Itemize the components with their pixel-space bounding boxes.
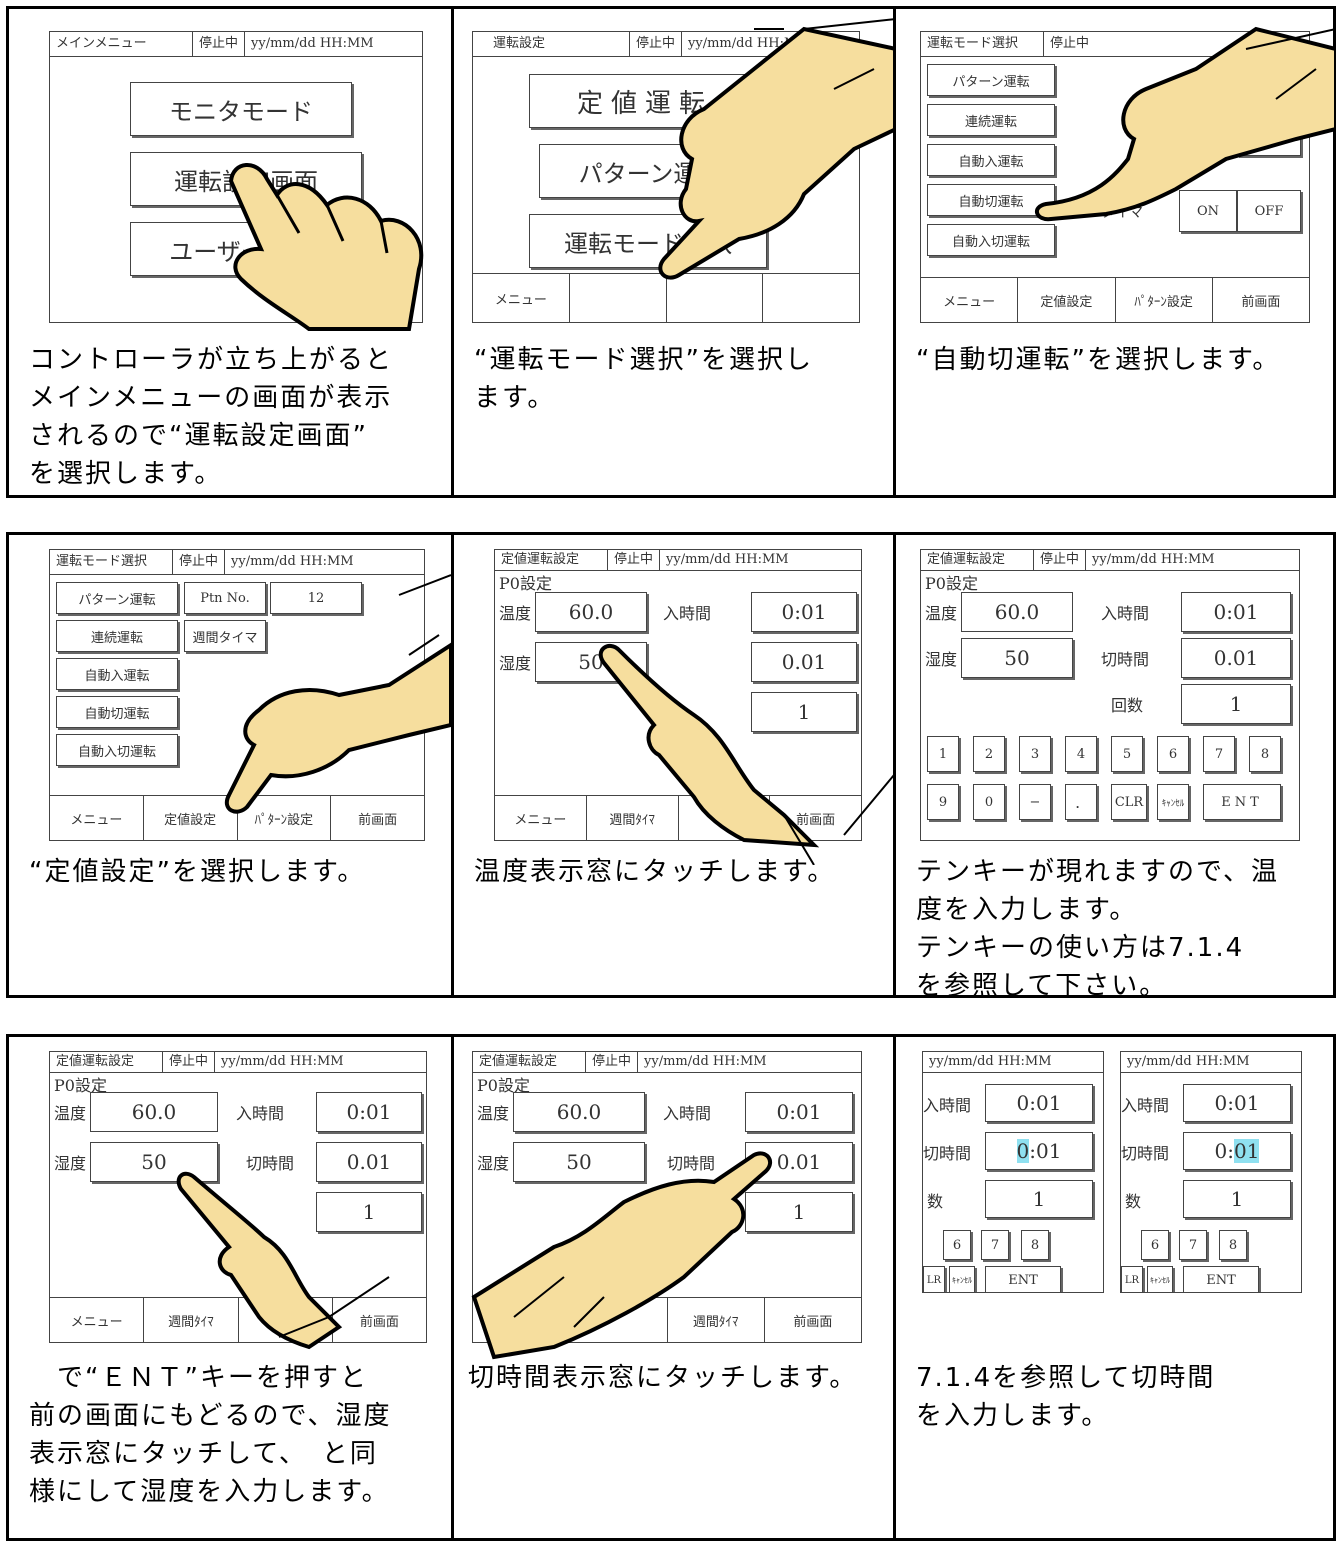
step-caption-3: “自動切運転”を選択します。 [916,345,1281,375]
key-6[interactable]: 6 [1141,1230,1169,1260]
step-row-1: メインメニュー 停止中 yy/mm/dd HH:MM モニタモード 運転設定画面… [6,6,1336,498]
step-panel-6: 定値運転設定 停止中 yy/mm/dd HH:MM P0設定 温度 60.0 入… [893,535,1333,1001]
off-time-prefix: 0: [1214,1139,1234,1163]
key-enter[interactable]: ENT [1203,784,1281,820]
cursor-digit: 01 [1234,1139,1260,1163]
count-field[interactable]: 1 [1183,1180,1291,1218]
step-caption-6: テンキーが現れますので、温 度を入力します。 テンキーの使い方は7.1.4 を参… [916,857,1279,1001]
key-clear[interactable]: CLR [1111,784,1147,820]
datetime-text: yy/mm/dd HH:MM [929,1054,1052,1069]
off-time-label: 切時間 [1121,1144,1170,1163]
off-time-rest: :01 [1029,1139,1062,1163]
pointing-hand-icon [225,574,451,814]
datetime-text: yy/mm/dd HH:MM [1092,552,1215,567]
cursor-digit: 0 [1016,1139,1030,1163]
off-time-field[interactable]: 0.01 [1181,638,1291,678]
humidity-label: 湿度 [925,650,958,669]
step-caption-4: “定値設定”を選択します。 [29,857,366,887]
keypad-partial-screen-a: yy/mm/dd HH:MM 入時間 0:01 切時間 0:01 数 1 6 7… [922,1051,1104,1293]
key-7[interactable]: 7 [981,1230,1009,1260]
step-caption-7: で“ＥＮＴ”キーを押すと 前の画面にもどるので、湿度 表示窓にタッチして、 と同… [29,1363,392,1507]
step-panel-2: 運転設定 停止中 yy/mm/dd HH:MM 定値運転 パターン運転 運転モー… [451,9,896,495]
screen-status-bar: yy/mm/dd HH:MM [1121,1052,1301,1073]
step-panel-4: 運転モード選択 停止中 yy/mm/dd HH:MM パターン運転 連続運転 自… [9,535,451,995]
pointing-hand-icon [658,18,896,280]
section-label: P0設定 [925,574,978,593]
step-row-3: 定値運転設定 停止中 yy/mm/dd HH:MM P0設定 温度 60.0 入… [6,1034,1336,1541]
step-caption-1: コントローラが立ち上がると メインメニューの画面が表示 されるので“運転設定画面… [29,345,394,489]
key-2[interactable]: 2 [973,736,1005,772]
step-panel-1: メインメニュー 停止中 yy/mm/dd HH:MM モニタモード 運転設定画面… [9,9,451,495]
count-field[interactable]: 1 [985,1180,1093,1218]
humidity-field[interactable]: 50 [961,638,1073,678]
off-time-label: 切時間 [1101,650,1150,669]
count-label: 回数 [1111,696,1144,715]
key-decimal[interactable]: ． [1065,784,1097,820]
key-7[interactable]: 7 [1203,736,1235,772]
key-8[interactable]: 8 [1219,1230,1247,1260]
key-6[interactable]: 6 [1157,736,1189,772]
key-8[interactable]: 8 [1021,1230,1049,1260]
key-cancel[interactable]: ｷｬﾝｾﾙ [949,1266,975,1292]
pointing-hand-icon [598,643,895,865]
datetime-text: yy/mm/dd HH:MM [1127,1054,1250,1069]
count-field[interactable]: 1 [1181,684,1291,724]
pointing-hand-icon [176,1171,390,1350]
screen-title: 定値運転設定 [921,550,1034,570]
step-caption-9: 7.1.4を参照して切時間 を入力します。 [916,1363,1216,1431]
key-4[interactable]: 4 [1065,736,1097,772]
key-enter[interactable]: ENT [1183,1266,1259,1292]
key-3[interactable]: 3 [1019,736,1051,772]
step-panel-7: 定値運転設定 停止中 yy/mm/dd HH:MM P0設定 温度 60.0 入… [9,1037,451,1538]
keypad-partial-screen-b: yy/mm/dd HH:MM 入時間 0:01 切時間 0: 01 数 1 6 7… [1120,1051,1302,1293]
off-time-label: 切時間 [923,1144,972,1163]
key-clear[interactable]: LR [923,1266,945,1292]
count-label: 数 [927,1192,944,1211]
step-caption-8: 切時間表示窓にタッチします。 [468,1363,858,1393]
fixed-value-keypad-screen: 定値運転設定 停止中 yy/mm/dd HH:MM P0設定 温度 60.0 入… [920,549,1300,841]
key-1[interactable]: 1 [927,736,959,772]
key-0[interactable]: 0 [973,784,1005,820]
key-6[interactable]: 6 [943,1230,971,1260]
step-row-2: 運転モード選択 停止中 yy/mm/dd HH:MM パターン運転 連続運転 自… [6,532,1336,1001]
step-panel-3: 運転モード選択 停止中 パターン運転 連続運転 自動入運転 自動切運転 自動入切… [893,9,1336,495]
step-caption-2: “運転モード選択”を選択し ます。 [474,345,813,413]
count-label: 数 [1125,1192,1142,1211]
off-time-field[interactable]: 0:01 [1183,1132,1291,1170]
on-time-label: 入時間 [923,1096,972,1115]
key-clear[interactable]: LR [1121,1266,1143,1292]
off-time-field[interactable]: 0:01 [985,1132,1093,1170]
step-panel-5: 定値運転設定 停止中 yy/mm/dd HH:MM P0設定 温度 60.0 入… [451,535,895,995]
key-5[interactable]: 5 [1111,736,1143,772]
on-time-field[interactable]: 0:01 [985,1084,1093,1122]
key-7[interactable]: 7 [1179,1230,1207,1260]
key-cancel[interactable]: ｷｬﾝｾﾙ [1147,1266,1173,1292]
key-enter[interactable]: ENT [985,1266,1061,1292]
on-time-label: 入時間 [1101,604,1150,623]
step-panel-8: 定値運転設定 停止中 yy/mm/dd HH:MM P0設定 温度 60.0 入… [451,1037,893,1538]
on-time-label: 入時間 [1121,1096,1170,1115]
key-minus[interactable]: − [1019,784,1051,820]
screen-status-bar: yy/mm/dd HH:MM [923,1052,1103,1073]
on-time-field[interactable]: 0:01 [1183,1084,1291,1122]
key-8[interactable]: 8 [1249,736,1281,772]
key-9[interactable]: 9 [927,784,959,820]
step-panel-9: yy/mm/dd HH:MM 入時間 0:01 切時間 0:01 数 1 6 7… [893,1037,1333,1538]
temperature-field[interactable]: 60.0 [961,592,1073,632]
status-text: 停止中 [1034,550,1087,570]
pointing-hand-icon [228,163,424,331]
pointing-hand-icon [1035,26,1336,222]
on-time-field[interactable]: 0:01 [1181,592,1291,632]
screen-status-bar: 定値運転設定 停止中 yy/mm/dd HH:MM [921,550,1299,571]
temperature-label: 温度 [925,604,958,623]
pointing-hand-icon [471,1151,773,1360]
key-cancel[interactable]: ｷｬﾝｾﾙ [1157,784,1189,820]
step-caption-5: 温度表示窓にタッチします。 [474,857,836,887]
